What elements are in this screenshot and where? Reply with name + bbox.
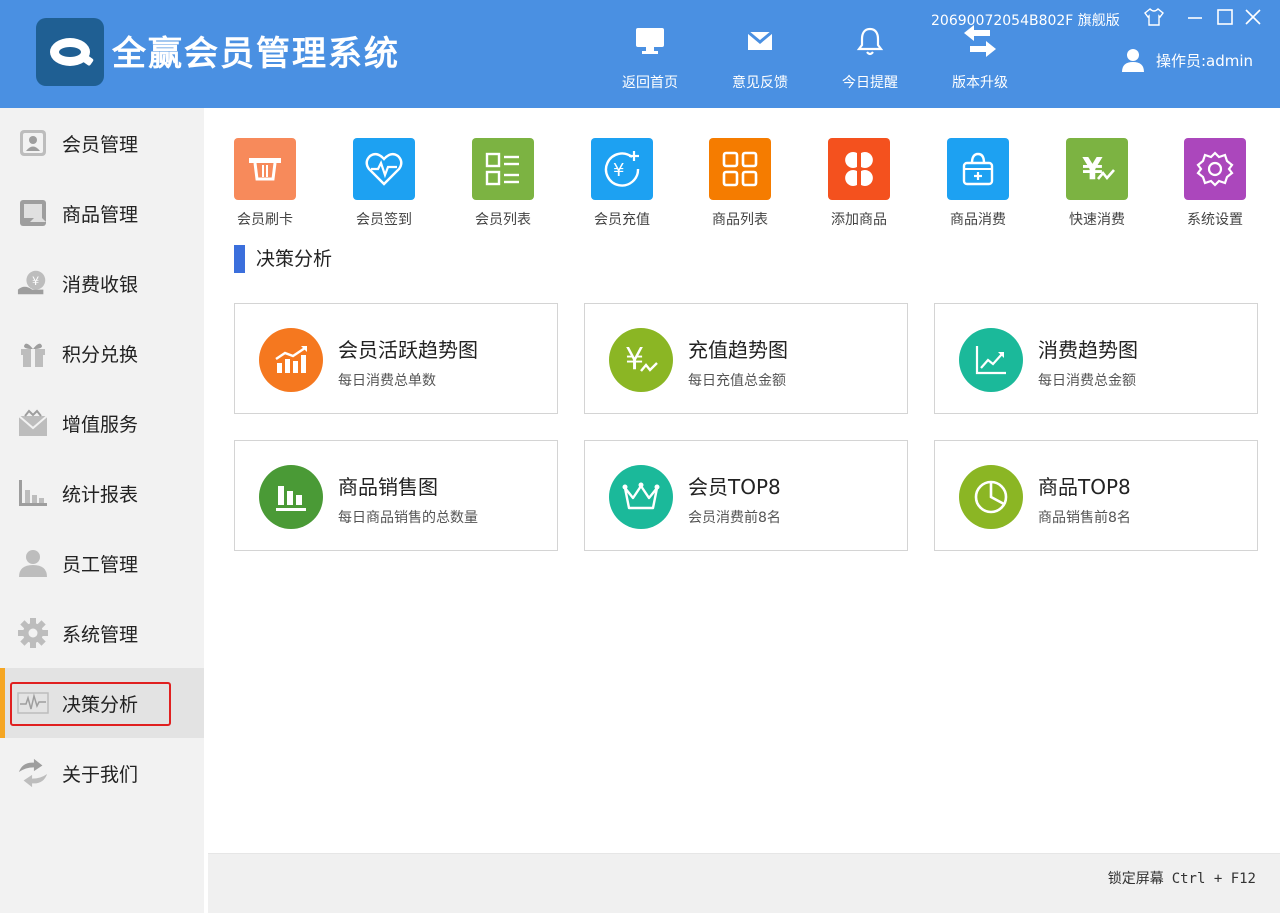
- settings-icon: [1184, 138, 1246, 200]
- card-title: 商品销售图: [338, 475, 438, 499]
- nav-reminder-button[interactable]: 今日提醒: [830, 24, 910, 92]
- status-bar: 锁定屏幕 Ctrl + F12: [208, 853, 1280, 913]
- nav-home-button[interactable]: 返回首页: [610, 24, 690, 92]
- quick-product-consume-button[interactable]: 商品消费: [933, 138, 1023, 229]
- gift-icon: [17, 337, 49, 369]
- operator-info: 操作员:admin: [1122, 48, 1253, 72]
- license-serial: 20690072054B802F 旗舰版: [931, 13, 1120, 29]
- monitor-icon: [610, 24, 690, 58]
- card-consume-trend[interactable]: 消费趋势图 每日消费总金额: [934, 303, 1258, 414]
- pie-icon: [959, 465, 1023, 529]
- crown-icon: [609, 465, 673, 529]
- card-title: 消费趋势图: [1038, 338, 1138, 362]
- card-title: 会员活跃趋势图: [338, 338, 478, 362]
- app-logo: [36, 18, 104, 86]
- operator-label: 操作员:admin: [1156, 51, 1254, 70]
- bell-icon: [830, 24, 910, 58]
- product-icon: [17, 197, 49, 229]
- maximize-icon[interactable]: [1216, 8, 1234, 31]
- quick-add-product-button[interactable]: 添加商品: [814, 138, 904, 229]
- heart-pulse-icon: [353, 138, 415, 200]
- lock-screen-hint[interactable]: 锁定屏幕 Ctrl + F12: [1108, 868, 1256, 888]
- refresh-arrows-icon: [17, 757, 49, 789]
- nav-feedback-button[interactable]: 意见反馈: [720, 24, 800, 92]
- card-subtitle: 会员消费前8名: [688, 510, 781, 526]
- bars-icon: [259, 465, 323, 529]
- sidebar-item-decision[interactable]: 决策分析: [0, 668, 204, 738]
- yen-trend-icon: ¥: [1066, 138, 1128, 200]
- svg-text:¥: ¥: [613, 160, 624, 181]
- card-title: 充值趋势图: [688, 338, 788, 362]
- sidebar-item-points[interactable]: 积分兑换: [0, 318, 204, 388]
- quick-member-signin-button[interactable]: 会员签到: [339, 138, 429, 229]
- basket-icon: [947, 138, 1009, 200]
- svg-text:¥: ¥: [625, 343, 644, 377]
- trend-chart-icon: [259, 328, 323, 392]
- card-subtitle: 每日消费总单数: [338, 373, 436, 389]
- gear-icon: [17, 617, 49, 649]
- sidebar-item-cashier[interactable]: ¥ 消费收银: [0, 248, 204, 318]
- card-title: 会员TOP8: [688, 475, 781, 499]
- quick-member-swipe-button[interactable]: 会员刷卡: [220, 138, 310, 229]
- sidebar-item-about[interactable]: 关于我们: [0, 738, 204, 808]
- svg-text:¥: ¥: [32, 275, 39, 288]
- skin-icon[interactable]: [1144, 8, 1164, 31]
- close-icon[interactable]: [1244, 8, 1262, 31]
- title-bar: 全赢会员管理系统 返回首页 意见反馈 今日提醒 版本升级 20690072054…: [0, 0, 1280, 108]
- main-panel: 会员刷卡 会员签到 会员列表 ¥ 会员充值 商品列表 添加商品 商品消费 ¥ 快…: [204, 108, 1280, 853]
- card-subtitle: 商品销售前8名: [1038, 510, 1131, 526]
- user-icon: [1122, 48, 1144, 72]
- card-member-activity-trend[interactable]: 会员活跃趋势图 每日消费总单数: [234, 303, 558, 414]
- quick-system-settings-button[interactable]: 系统设置: [1170, 138, 1260, 229]
- yen-add-icon: ¥: [591, 138, 653, 200]
- line-chart-icon: [959, 328, 1023, 392]
- cashier-icon: ¥: [17, 267, 49, 299]
- nav-upgrade-button[interactable]: 版本升级: [940, 24, 1020, 92]
- sidebar-item-value-added[interactable]: 增值服务: [0, 388, 204, 458]
- section-title: 决策分析: [256, 248, 333, 270]
- envelope-icon: [17, 407, 49, 439]
- sidebar: 会员管理 商品管理 ¥ 消费收银 积分兑换 增值服务 统计报表 员工管理 系统管…: [0, 108, 204, 913]
- card-product-top8[interactable]: 商品TOP8 商品销售前8名: [934, 440, 1258, 551]
- sidebar-item-member[interactable]: 会员管理: [0, 108, 204, 178]
- card-swipe-icon: [234, 138, 296, 200]
- quick-fast-consume-button[interactable]: ¥ 快速消费: [1052, 138, 1142, 229]
- sidebar-item-product[interactable]: 商品管理: [0, 178, 204, 248]
- card-product-sales[interactable]: 商品销售图 每日商品销售的总数量: [234, 440, 558, 551]
- lock-label: 锁定屏幕: [1107, 871, 1164, 887]
- app-title: 全赢会员管理系统: [112, 34, 400, 74]
- sidebar-item-staff[interactable]: 员工管理: [0, 528, 204, 598]
- minimize-icon[interactable]: [1186, 8, 1204, 31]
- sidebar-item-reports[interactable]: 统计报表: [0, 458, 204, 528]
- sidebar-item-system[interactable]: 系统管理: [0, 598, 204, 668]
- quick-member-list-button[interactable]: 会员列表: [458, 138, 548, 229]
- svg-text:¥: ¥: [1082, 152, 1103, 187]
- card-recharge-trend[interactable]: ¥ 充值趋势图 每日充值总金额: [584, 303, 908, 414]
- user-icon: [17, 547, 49, 579]
- quick-member-recharge-button[interactable]: ¥ 会员充值: [577, 138, 667, 229]
- section-accent: [234, 245, 245, 273]
- mail-icon: [720, 24, 800, 58]
- list-icon: [472, 138, 534, 200]
- card-title: 商品TOP8: [1038, 475, 1131, 499]
- bar-chart-icon: [17, 477, 49, 509]
- card-subtitle: 每日充值总金额: [688, 373, 786, 389]
- pulse-icon: [17, 687, 49, 719]
- card-member-top8[interactable]: 会员TOP8 会员消费前8名: [584, 440, 908, 551]
- card-subtitle: 每日消费总金额: [1038, 373, 1136, 389]
- lock-shortcut: Ctrl + F12: [1171, 871, 1256, 887]
- grid-icon: [709, 138, 771, 200]
- yen-wave-icon: ¥: [609, 328, 673, 392]
- card-subtitle: 每日商品销售的总数量: [338, 510, 478, 526]
- clover-icon: [828, 138, 890, 200]
- member-card-icon: [17, 127, 49, 159]
- quick-product-list-button[interactable]: 商品列表: [695, 138, 785, 229]
